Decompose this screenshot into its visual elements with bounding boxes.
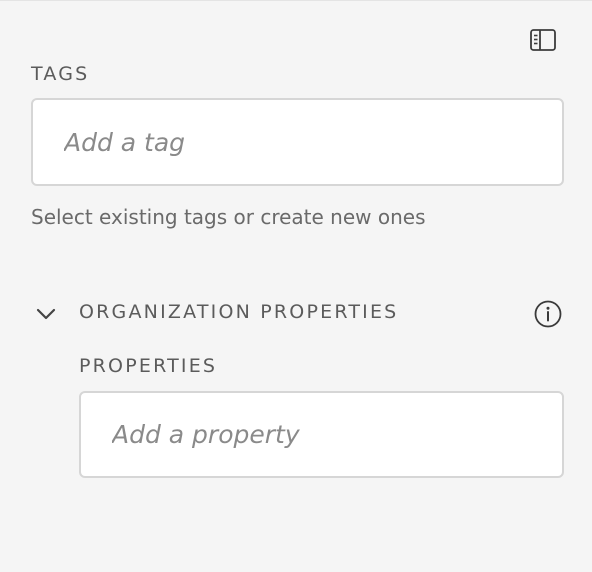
property-input-field[interactable] bbox=[79, 391, 564, 478]
property-input[interactable] bbox=[81, 393, 562, 476]
tag-input-field[interactable] bbox=[31, 98, 564, 186]
tag-input[interactable] bbox=[33, 100, 562, 184]
sidebar-panel-icon[interactable] bbox=[530, 29, 556, 51]
properties-label: PROPERTIES bbox=[79, 355, 218, 377]
info-icon[interactable] bbox=[533, 299, 563, 329]
tags-helper-text: Select existing tags or create new ones bbox=[31, 205, 426, 229]
organization-properties-title[interactable]: ORGANIZATION PROPERTIES bbox=[79, 301, 398, 323]
tags-label: TAGS bbox=[31, 63, 90, 85]
chevron-down-icon[interactable] bbox=[34, 303, 58, 325]
